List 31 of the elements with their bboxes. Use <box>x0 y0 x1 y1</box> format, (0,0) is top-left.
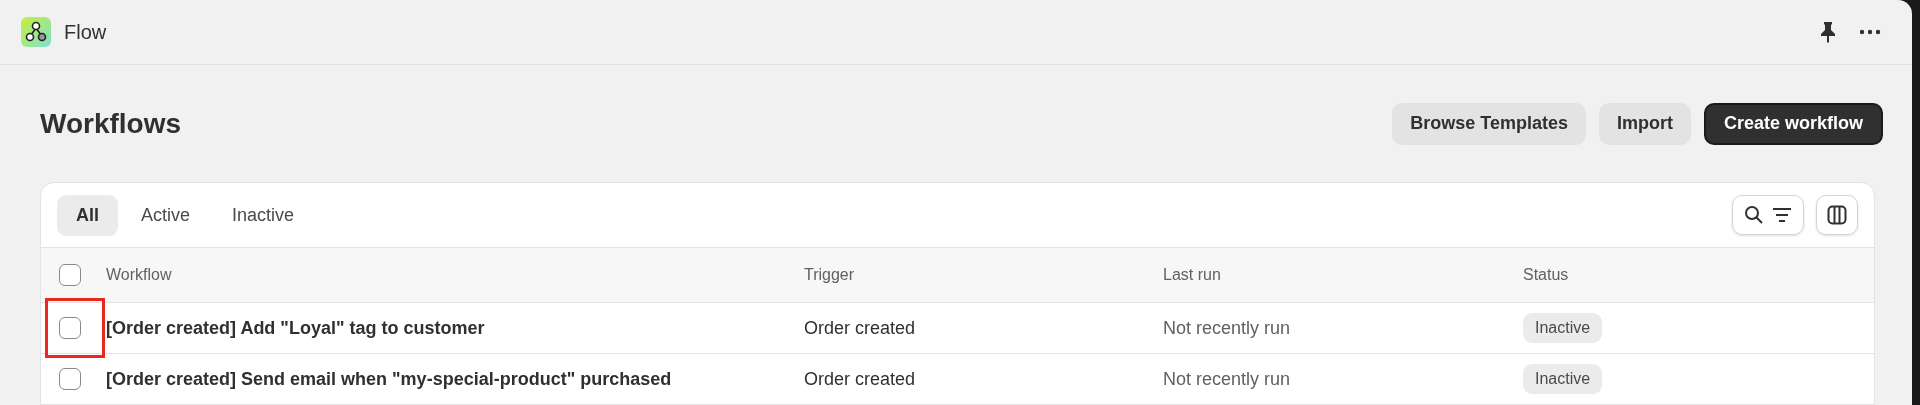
last-run-text: Not recently run <box>1163 368 1291 389</box>
columns-button[interactable] <box>1816 195 1858 235</box>
search-filter-button[interactable] <box>1732 195 1804 235</box>
page-title: Workflows <box>40 106 182 141</box>
column-header: Workflow <box>106 266 172 283</box>
more-icon[interactable] <box>1859 29 1881 35</box>
checkbox[interactable] <box>59 264 81 286</box>
filter-tab[interactable]: Active <box>122 194 210 236</box>
checkbox[interactable] <box>59 317 81 339</box>
last-run-text: Not recently run <box>1163 317 1291 338</box>
trigger-text: Order created <box>804 368 916 389</box>
filter-tab[interactable]: All <box>57 194 118 236</box>
workflow-name[interactable]: [Order created] Send email when "my-special-product" purchased <box>106 368 672 389</box>
filter-tab[interactable]: Inactive <box>213 194 314 236</box>
app-logo-icon <box>21 17 51 47</box>
pin-icon[interactable] <box>1819 21 1837 43</box>
checkbox[interactable] <box>59 368 81 390</box>
status-badge: Inactive <box>1523 313 1603 343</box>
column-header: Trigger <box>804 266 855 283</box>
status-badge: Inactive <box>1523 364 1603 394</box>
column-header: Status <box>1523 266 1569 283</box>
action-button[interactable]: Browse Templates <box>1392 102 1586 145</box>
trigger-text: Order created <box>804 317 916 338</box>
column-header: Last run <box>1163 266 1221 283</box>
action-button[interactable]: Import <box>1598 102 1691 145</box>
action-button[interactable]: Create workflow <box>1703 102 1883 145</box>
filter-icon <box>1772 207 1792 223</box>
search-icon <box>1744 205 1764 225</box>
workflow-name[interactable]: [Order created] Add "Loyal" tag to customer <box>106 317 485 338</box>
app-title: Flow <box>64 20 107 45</box>
columns-icon <box>1827 205 1847 225</box>
